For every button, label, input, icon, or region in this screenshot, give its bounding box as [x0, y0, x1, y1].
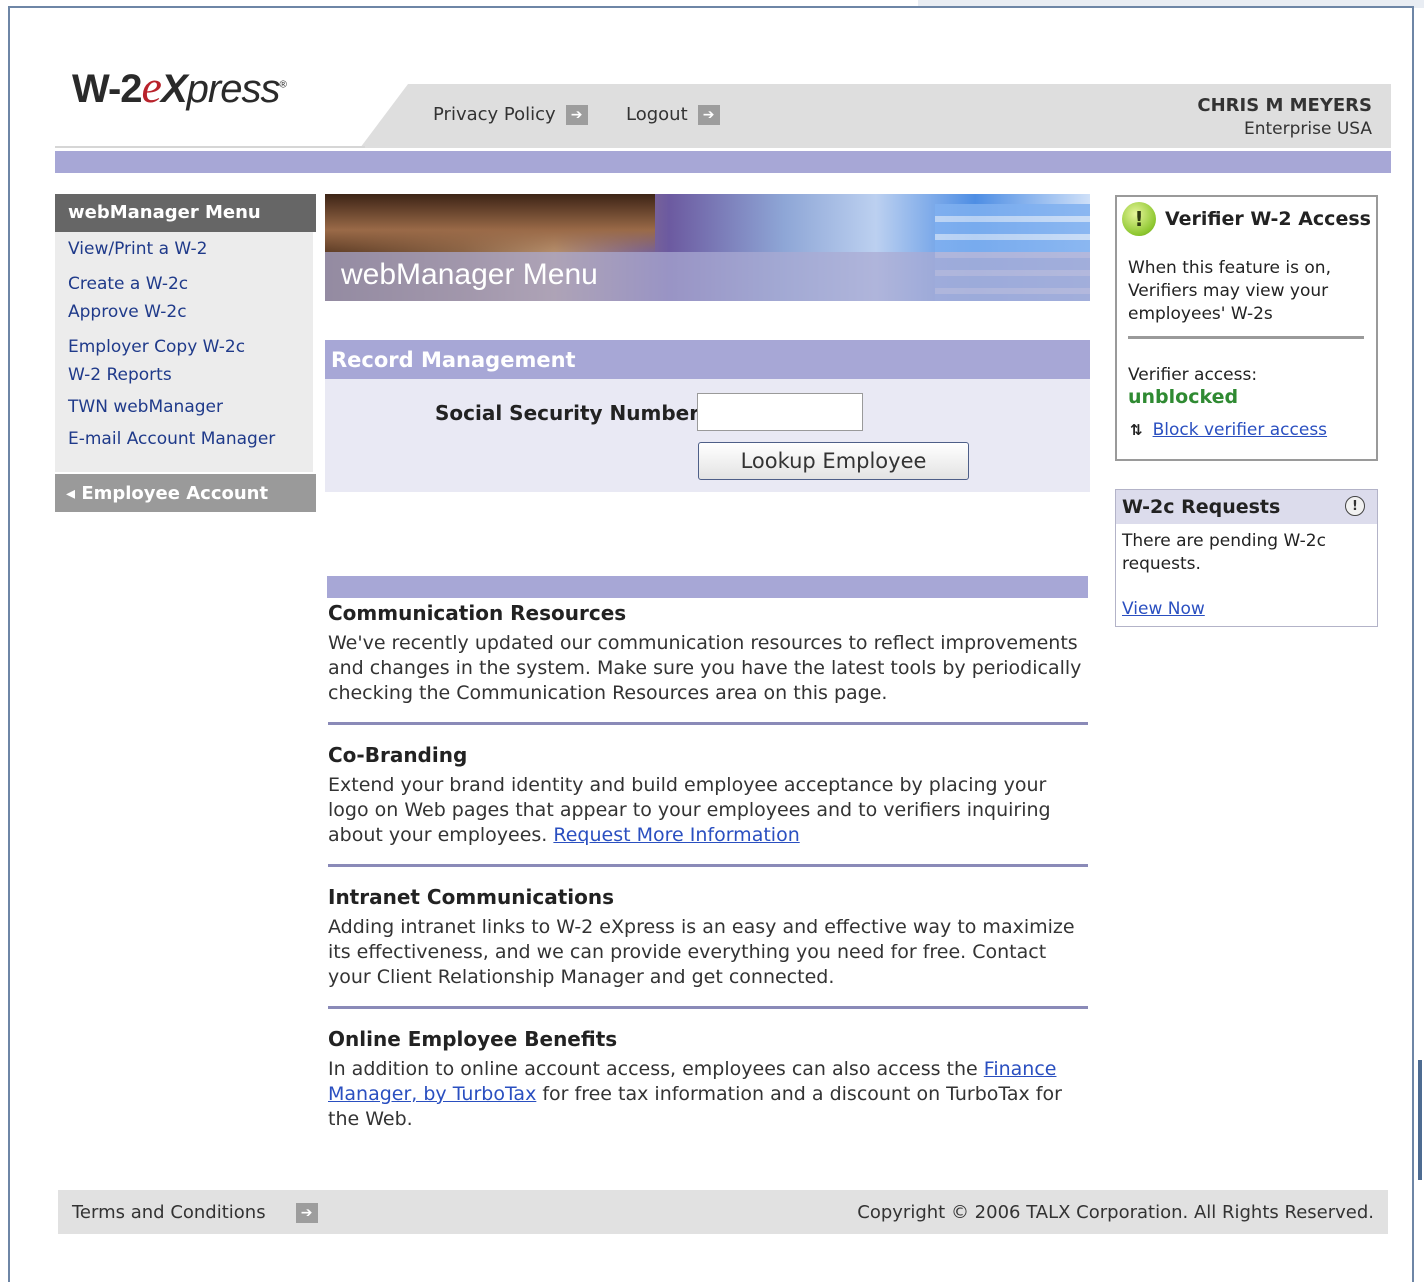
section-divider: [328, 864, 1088, 867]
scrollbar-edge: [1418, 1060, 1422, 1180]
lookup-employee-button[interactable]: Lookup Employee: [698, 442, 969, 480]
w2c-requests-text: There are pending W-2c requests.: [1122, 531, 1326, 574]
logo-e-text: e: [141, 61, 162, 112]
section-divider: [328, 722, 1088, 725]
section-title-co-branding: Co-Branding: [328, 743, 468, 767]
arrow-right-icon: ➔: [697, 104, 720, 125]
banner-photo: [325, 194, 655, 254]
banner-title: webManager Menu: [341, 258, 598, 291]
employee-account-label: Employee Account: [81, 483, 269, 504]
header-slant: [360, 84, 408, 148]
sidebar-item-approve-w2c[interactable]: Approve W-2c: [68, 302, 187, 322]
terms-label: Terms and Conditions: [72, 1202, 266, 1223]
privacy-policy-label: Privacy Policy: [433, 104, 556, 125]
logo-x-text: X: [160, 67, 188, 111]
section-text-intranet-communications: Adding intranet links to W-2 eXpress is …: [328, 916, 1075, 988]
section-divider: [328, 1006, 1088, 1009]
sidebar-item-w2-reports[interactable]: W-2 Reports: [68, 365, 172, 385]
exclamation-icon: !: [1122, 202, 1156, 236]
section-text-online-employee-benefits: In addition to online account access, em…: [328, 1057, 1088, 1132]
copyright-text: Copyright © 2006 TALX Corporation. All R…: [857, 1202, 1374, 1223]
verifier-access-title: Verifier W-2 Access: [1165, 208, 1371, 230]
section-text-communication-resources: We've recently updated our communication…: [328, 632, 1082, 704]
arrow-right-icon: ➔: [565, 104, 588, 125]
swap-arrows-icon: ⇅: [1130, 421, 1143, 439]
user-organization: Enterprise USA: [1243, 119, 1372, 139]
section-title-intranet-communications: Intranet Communications: [328, 885, 615, 909]
logout-label: Logout: [626, 104, 688, 125]
block-verifier-row: ⇅ Block verifier access: [1130, 420, 1327, 440]
sidebar-item-employer-copy-w2c[interactable]: Employer Copy W-2c: [68, 337, 245, 357]
w2-express-logo[interactable]: W-2eXpress®: [72, 60, 287, 113]
section-text-co-branding: Extend your brand identity and build emp…: [328, 773, 1088, 848]
header-accent-bar: [55, 151, 1391, 173]
section-title-communication-resources: Communication Resources: [328, 601, 627, 625]
logo-w2-text: W-2: [72, 67, 143, 111]
sidebar-item-view-print-w2[interactable]: View/Print a W-2: [68, 239, 207, 259]
verifier-access-label: Verifier access:: [1128, 365, 1258, 385]
sidebar-item-create-w2c[interactable]: Create a W-2c: [68, 274, 188, 294]
logout-link[interactable]: Logout ➔: [626, 104, 720, 125]
terms-and-conditions-link[interactable]: Terms and Conditions ➔: [72, 1202, 318, 1223]
user-name: CHRIS M MEYERS: [1197, 95, 1372, 116]
benefits-text-before: In addition to online account access, em…: [328, 1058, 984, 1080]
header-divider: [55, 146, 365, 148]
verifier-access-status: unblocked: [1128, 386, 1239, 408]
request-more-information-link[interactable]: Request More Information: [553, 824, 799, 846]
record-management-title: Record Management: [325, 340, 1090, 379]
alert-icon: !: [1345, 496, 1365, 516]
banner-image: webManager Menu: [325, 194, 1090, 301]
sidebar-title: webManager Menu: [55, 194, 316, 232]
privacy-policy-link[interactable]: Privacy Policy ➔: [433, 104, 588, 125]
section-title-online-employee-benefits: Online Employee Benefits: [328, 1027, 618, 1051]
logo-registered-mark: ®: [279, 79, 286, 91]
logo-press-text: press: [186, 67, 281, 111]
sidebar-item-email-account-manager[interactable]: E-mail Account Manager: [68, 429, 275, 449]
ssn-input[interactable]: [697, 393, 863, 431]
verifier-divider: [1128, 336, 1364, 339]
arrow-right-icon: ➔: [295, 1202, 318, 1223]
ssn-label: Social Security Number:: [435, 401, 708, 425]
chevron-left-icon: ◂: [66, 483, 76, 504]
w2c-requests-title: W-2c Requests: [1122, 496, 1281, 518]
block-verifier-access-link[interactable]: Block verifier access: [1153, 420, 1327, 440]
sidebar-item-twn-webmanager[interactable]: TWN webManager: [68, 397, 223, 417]
verifier-access-description: When this feature is on, Verifiers may v…: [1128, 258, 1331, 324]
resources-header-bar: [327, 576, 1088, 598]
employee-account-tab[interactable]: ◂ Employee Account: [55, 474, 316, 512]
view-now-link[interactable]: View Now: [1122, 599, 1205, 619]
